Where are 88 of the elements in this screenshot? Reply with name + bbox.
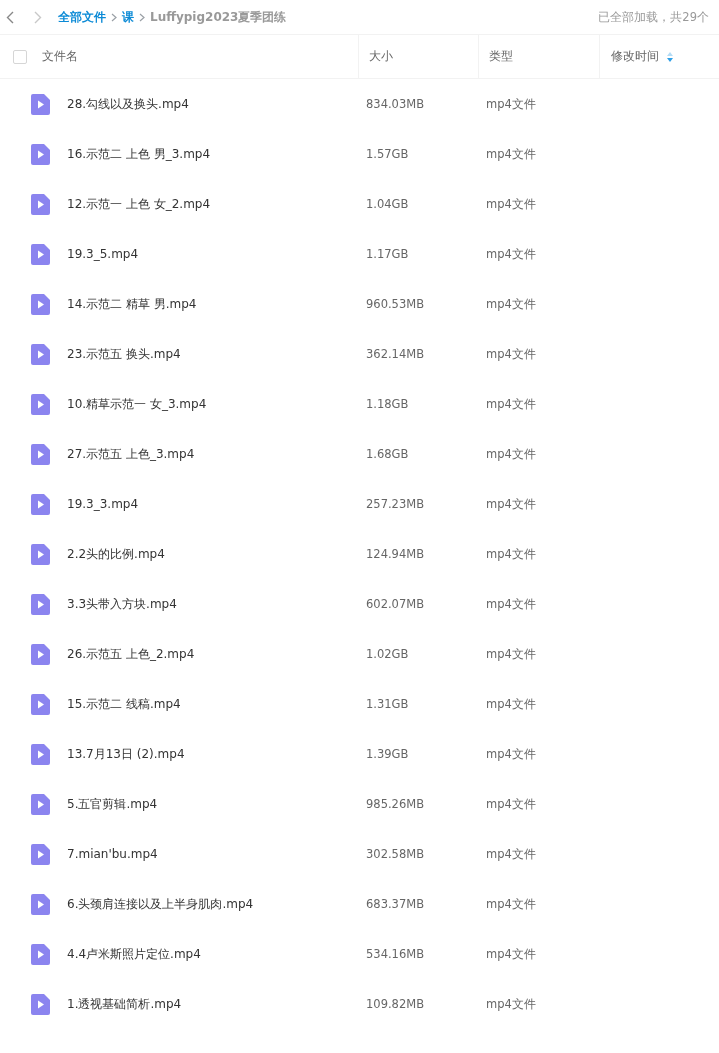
file-name[interactable]: 4.4卢米斯照片定位.mp4 [67,945,201,963]
file-type: mp4文件 [486,496,536,511]
file-name[interactable]: 12.示范一 上色 女_2.mp4 [67,195,211,213]
file-type: mp4文件 [486,96,536,111]
file-size: 683.37MB [366,897,425,911]
file-size: 602.07MB [366,597,425,611]
file-type: mp4文件 [486,696,536,711]
breadcrumb-link[interactable]: 课 [122,8,134,26]
video-file-icon [31,193,50,215]
file-name[interactable]: 5.五官剪辑.mp4 [67,795,158,813]
file-name[interactable]: 26.示范五 上色_2.mp4 [67,645,195,663]
file-name[interactable]: 7.mian'bu.mp4 [67,847,158,861]
video-file-icon [31,343,50,365]
file-name[interactable]: 6.头颈肩连接以及上半身肌肉.mp4 [67,895,254,913]
file-type: mp4文件 [486,996,536,1011]
column-header[interactable]: 类型 [489,48,513,65]
video-file-icon [31,693,50,715]
file-name[interactable]: 23.示范五 换头.mp4 [67,345,181,363]
load-status: 已全部加载，共29个 [598,9,709,25]
file-name[interactable]: 10.精草示范一 女_3.mp4 [67,395,207,413]
select-all-checkbox[interactable] [13,49,27,64]
file-size: 1.18GB [366,397,409,411]
video-file-icon [31,993,50,1015]
file-type: mp4文件 [486,196,536,211]
file-type: mp4文件 [486,246,536,261]
file-size: 1.57GB [366,147,409,161]
column-header[interactable]: 文件名 [42,48,78,65]
file-size: 960.53MB [366,297,425,311]
video-file-icon [31,443,50,465]
column-header[interactable]: 修改时间 [611,48,673,65]
back-icon[interactable] [6,10,14,24]
file-name[interactable]: 28.勾线以及换头.mp4 [67,95,189,113]
file-size: 1.31GB [366,697,409,711]
video-file-icon [31,893,50,915]
file-name[interactable]: 19.3_5.mp4 [67,247,139,261]
file-type: mp4文件 [486,746,536,761]
file-size: 362.14MB [366,347,425,361]
file-name[interactable]: 2.2头的比例.mp4 [67,545,165,563]
file-type: mp4文件 [486,146,536,161]
file-type: mp4文件 [486,396,536,411]
file-size: 1.68GB [366,447,409,461]
video-file-icon [31,843,50,865]
file-size: 1.02GB [366,647,409,661]
file-type: mp4文件 [486,596,536,611]
video-file-icon [31,243,50,265]
file-name[interactable]: 15.示范二 线稿.mp4 [67,695,181,713]
file-type: mp4文件 [486,296,536,311]
video-file-icon [31,943,50,965]
video-file-icon [31,143,50,165]
file-name[interactable]: 16.示范二 上色 男_3.mp4 [67,145,211,163]
breadcrumb-link[interactable]: 全部文件 [58,8,106,26]
sort-icon[interactable] [667,51,673,62]
file-size: 302.58MB [366,847,425,861]
file-size: 834.03MB [366,97,425,111]
chevron-icon [139,12,145,22]
file-name[interactable]: 3.3头带入方块.mp4 [67,595,177,613]
file-name[interactable]: 14.示范二 精草 男.mp4 [67,295,197,313]
file-name[interactable]: 13.7月13日 (2).mp4 [67,745,185,763]
file-type: mp4文件 [486,646,536,661]
file-size: 534.16MB [366,947,425,961]
file-type: mp4文件 [486,796,536,811]
file-type: mp4文件 [486,846,536,861]
video-file-icon [31,393,50,415]
video-file-icon [31,643,50,665]
file-name[interactable]: 19.3_3.mp4 [67,497,139,511]
file-type: mp4文件 [486,346,536,361]
file-size: 1.17GB [366,247,409,261]
file-size: 257.23MB [366,497,425,511]
file-size: 124.94MB [366,547,425,561]
video-file-icon [31,593,50,615]
file-name[interactable]: 27.示范五 上色_3.mp4 [67,445,195,463]
video-file-icon [31,543,50,565]
chevron-icon [111,12,117,22]
file-size: 1.04GB [366,197,409,211]
video-file-icon [31,493,50,515]
column-header[interactable]: 大小 [369,48,393,65]
file-size: 109.82MB [366,997,425,1011]
file-size: 1.39GB [366,747,409,761]
file-name[interactable]: 1.透视基础简析.mp4 [67,995,182,1013]
video-file-icon [31,293,50,315]
file-type: mp4文件 [486,446,536,461]
file-type: mp4文件 [486,546,536,561]
video-file-icon [31,793,50,815]
video-file-icon [31,743,50,765]
file-type: mp4文件 [486,946,536,961]
video-file-icon [31,93,50,115]
file-size: 985.26MB [366,797,425,811]
file-type: mp4文件 [486,896,536,911]
